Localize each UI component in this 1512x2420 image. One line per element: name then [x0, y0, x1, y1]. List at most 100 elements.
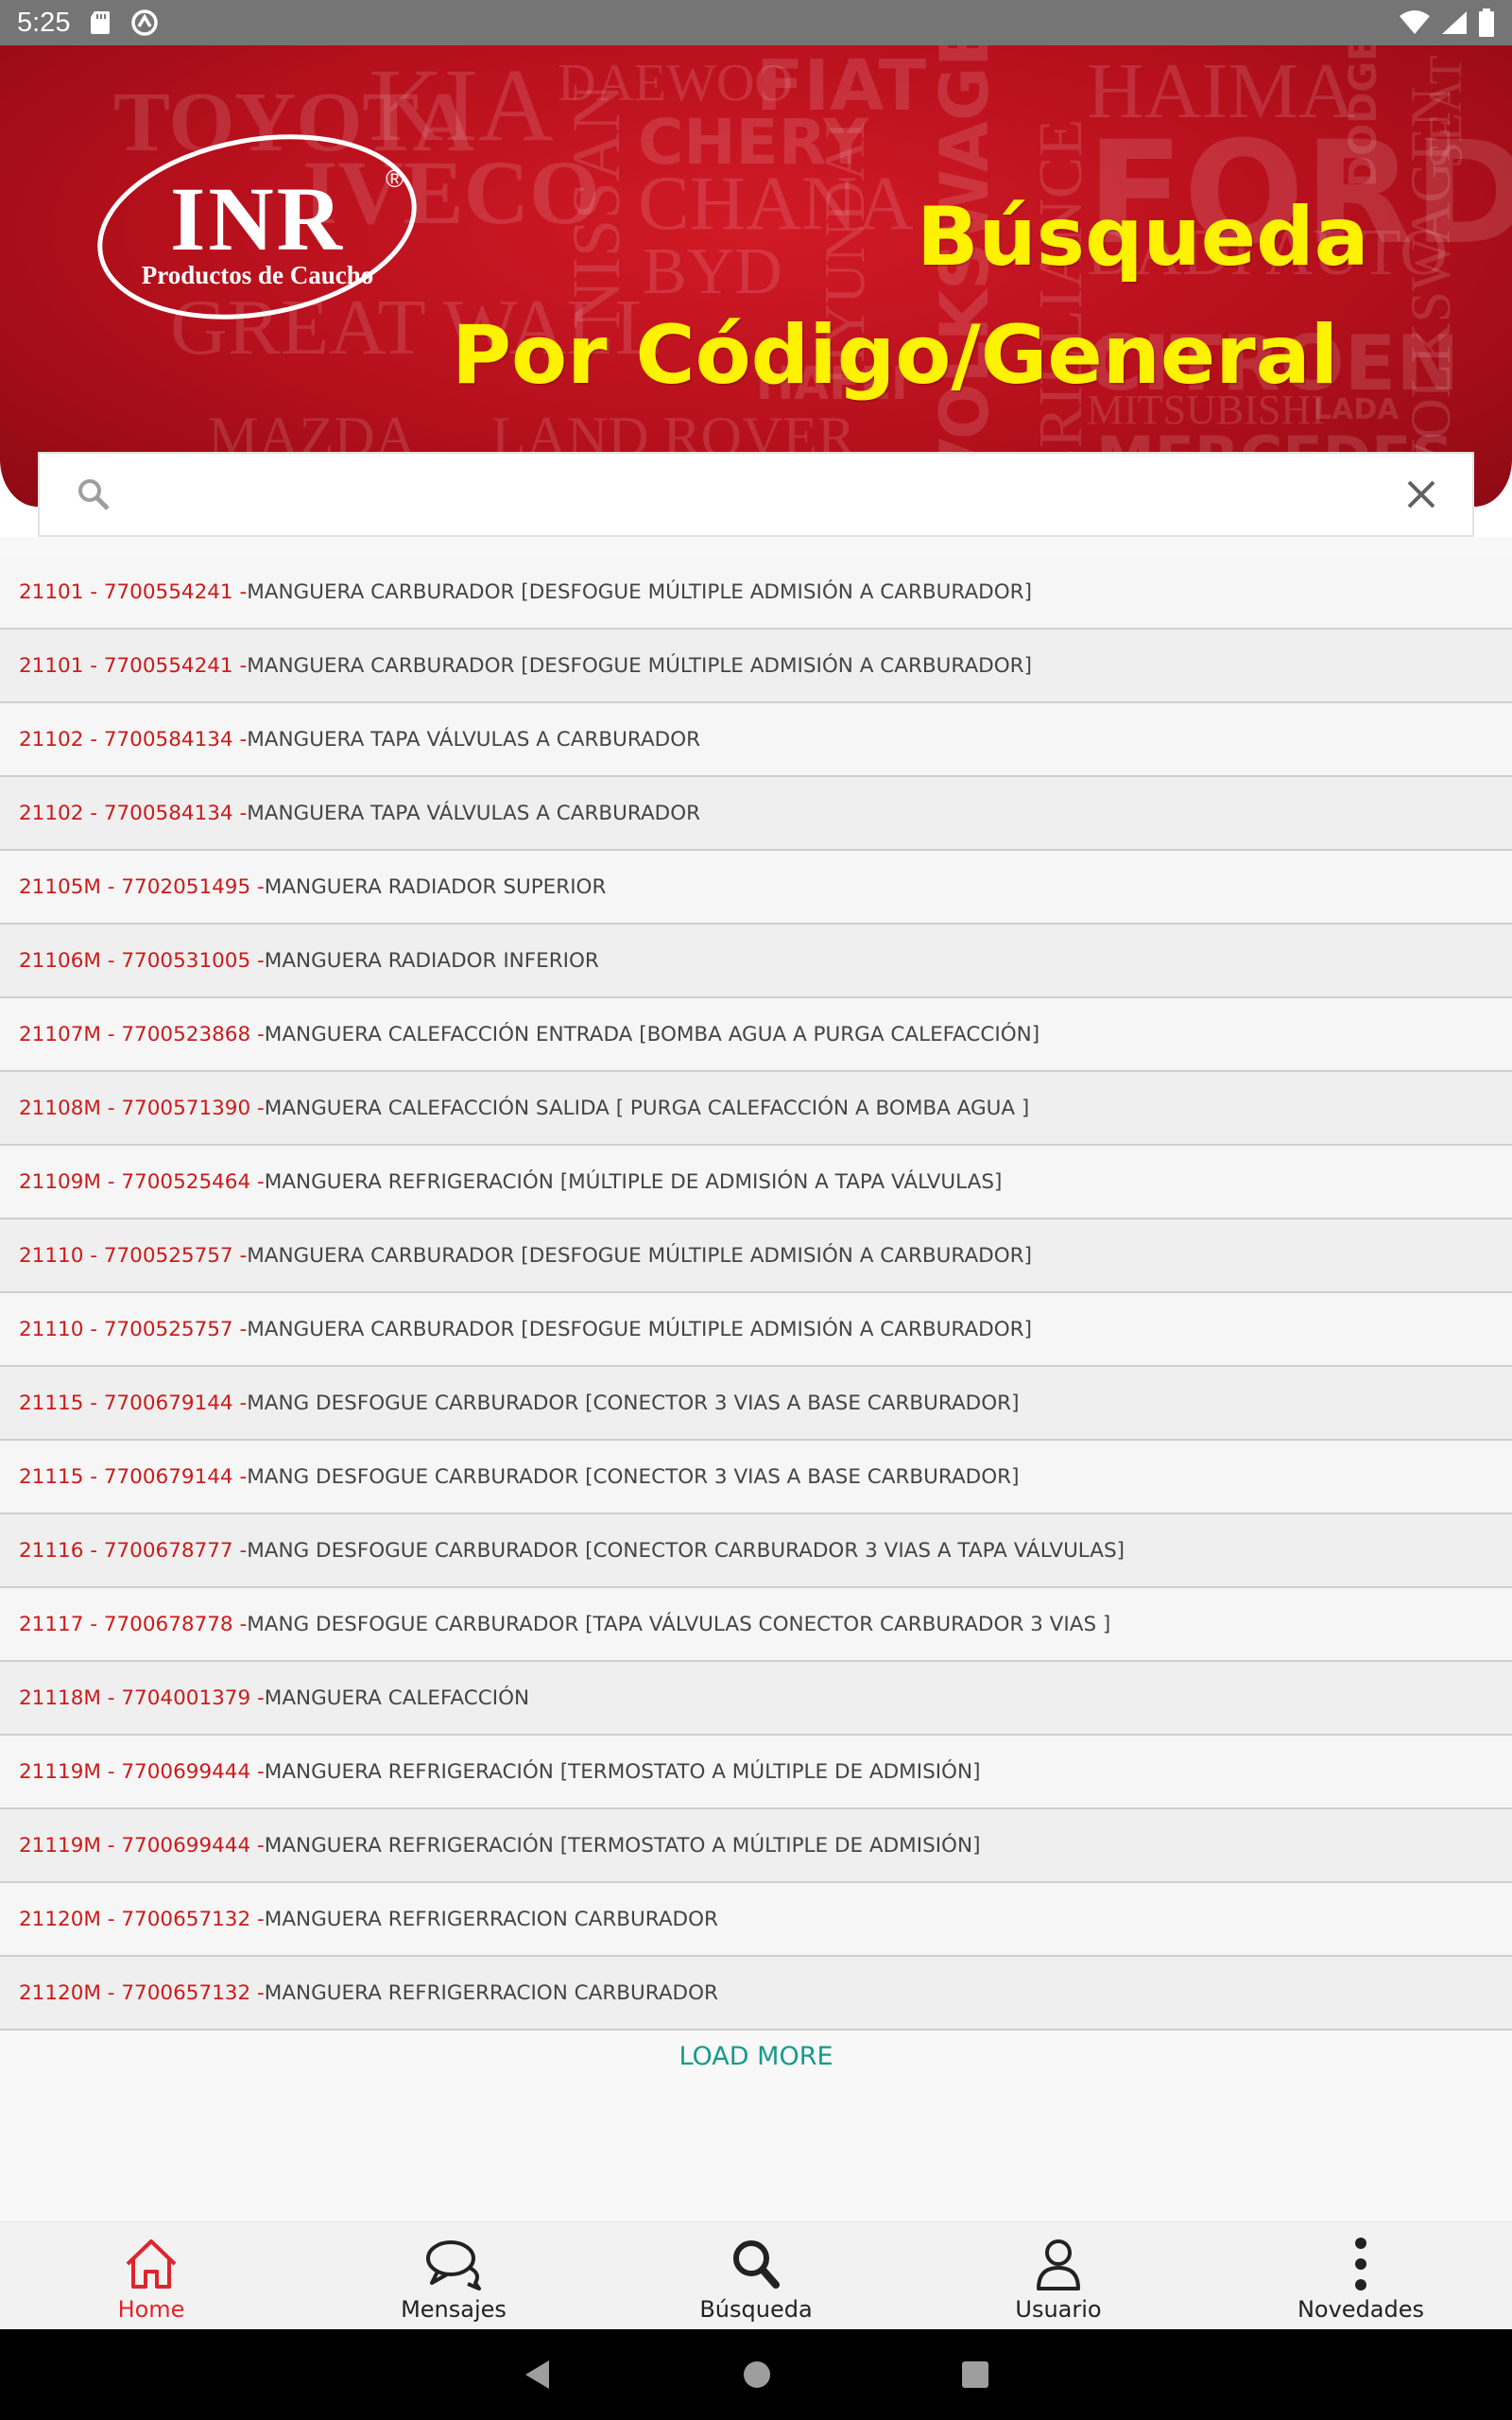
- logo-subtitle: Productos de Caucho: [141, 261, 374, 289]
- status-bar: 5:25: [0, 0, 1512, 45]
- list-item[interactable]: 21110 - 7700525757 - MANGUERA CARBURADOR…: [0, 1219, 1512, 1293]
- item-description: MANGUERA REFRIGERRACION CARBURADOR: [264, 1980, 718, 2005]
- search-icon: [733, 2240, 780, 2289]
- more-vertical-icon: [1355, 2238, 1366, 2290]
- home-circle-icon[interactable]: [742, 2360, 772, 2390]
- list-item[interactable]: 21107M - 7700523868 - MANGUERA CALEFACCI…: [0, 998, 1512, 1072]
- signal-icon: [1442, 11, 1467, 34]
- bg-brand-word: BRILLIANCE: [1026, 118, 1095, 490]
- list-item[interactable]: 21106M - 7700531005 - MANGUERA RADIADOR …: [0, 925, 1512, 998]
- item-code: 21119M - 7700699444 -: [19, 1759, 265, 1784]
- nav-item-mensajes[interactable]: Mensajes: [302, 2222, 605, 2329]
- sd-card-icon: [91, 11, 111, 34]
- list-item[interactable]: 21115 - 7700679144 - MANG DESFOGUE CARBU…: [0, 1441, 1512, 1514]
- close-icon[interactable]: [1406, 479, 1436, 510]
- item-description: MANGUERA CARBURADOR [DESFOGUE MÚLTIPLE A…: [247, 1317, 1032, 1341]
- chat-icon: [426, 2240, 481, 2290]
- nav-item-novedades[interactable]: Novedades: [1210, 2222, 1512, 2329]
- banner-headline: Búsqueda: [917, 190, 1369, 285]
- system-navigation-bar: [0, 2329, 1512, 2420]
- bottom-navigation: Home Mensajes Búsqueda Usuario Novedades: [0, 2221, 1512, 2329]
- recents-icon[interactable]: [961, 2360, 989, 2389]
- item-description: MANG DESFOGUE CARBURADOR [CONECTOR 3 VIA…: [247, 1391, 1020, 1415]
- item-code: 21120M - 7700657132 -: [19, 1907, 265, 1931]
- list-item[interactable]: 21117 - 7700678778 - MANG DESFOGUE CARBU…: [0, 1588, 1512, 1662]
- status-time: 5:25: [17, 7, 71, 38]
- nav-label: Búsqueda: [699, 2296, 813, 2323]
- search-icon: [78, 479, 110, 510]
- list-item[interactable]: 21109M - 7700525464 - MANGUERA REFRIGERA…: [0, 1146, 1512, 1219]
- list-item[interactable]: 21102 - 7700584134 - MANGUERA TAPA VÁLVU…: [0, 703, 1512, 777]
- item-description: MANGUERA REFRIGERACIÓN [MÚLTIPLE DE ADMI…: [264, 1169, 1003, 1194]
- list-item[interactable]: 21115 - 7700679144 - MANG DESFOGUE CARBU…: [0, 1367, 1512, 1441]
- item-code: 21102 - 7700584134 -: [19, 801, 248, 825]
- sync-icon: [131, 9, 159, 36]
- item-code: 21105M - 7702051495 -: [19, 874, 265, 899]
- item-description: MANG DESFOGUE CARBURADOR [CONECTOR 3 VIA…: [247, 1464, 1020, 1489]
- nav-label: Mensajes: [401, 2296, 507, 2323]
- item-description: MANGUERA REFRIGERRACION CARBURADOR: [264, 1907, 718, 1931]
- item-code: 21117 - 7700678778 -: [19, 1612, 248, 1636]
- header-banner: TOYOTA KIA DAEWOO FIAT HAIMA CHERY CHANA…: [0, 45, 1512, 507]
- nav-label: Home: [117, 2296, 185, 2323]
- load-more-button[interactable]: LOAD MORE: [0, 2042, 1512, 2071]
- list-item[interactable]: 21120M - 7700657132 - MANGUERA REFRIGERR…: [0, 1957, 1512, 2031]
- item-code: 21101 - 7700554241 -: [19, 653, 248, 678]
- banner-subheadline: Por Código/General: [452, 308, 1339, 403]
- search-input[interactable]: [134, 478, 1406, 510]
- item-code: 21116 - 7700678777 -: [19, 1538, 248, 1563]
- list-item[interactable]: 21105M - 7702051495 - MANGUERA RADIADOR …: [0, 851, 1512, 925]
- item-code: 21102 - 7700584134 -: [19, 727, 248, 752]
- item-description: MANGUERA REFRIGERACIÓN [TERMOSTATO A MÚL…: [264, 1759, 981, 1784]
- list-item[interactable]: 21119M - 7700699444 - MANGUERA REFRIGERA…: [0, 1809, 1512, 1883]
- list-item[interactable]: 21108M - 7700571390 - MANGUERA CALEFACCI…: [0, 1072, 1512, 1146]
- nav-item-home[interactable]: Home: [0, 2222, 302, 2329]
- list-item[interactable]: 21116 - 7700678777 - MANG DESFOGUE CARBU…: [0, 1514, 1512, 1588]
- list-item[interactable]: 21119M - 7700699444 - MANGUERA REFRIGERA…: [0, 1736, 1512, 1809]
- bg-brand-word: SEAT: [1418, 55, 1471, 168]
- list-item[interactable]: 21110 - 7700525757 - MANGUERA CARBURADOR…: [0, 1293, 1512, 1367]
- item-description: MANGUERA CARBURADOR [DESFOGUE MÚLTIPLE A…: [247, 653, 1032, 678]
- item-description: MANGUERA CALEFACCIÓN SALIDA [ PURGA CALE…: [264, 1096, 1030, 1120]
- item-description: MANGUERA RADIADOR INFERIOR: [264, 948, 599, 973]
- list-item[interactable]: 21101 - 7700554241 - MANGUERA CARBURADOR…: [0, 556, 1512, 630]
- logo-registered: ®: [386, 164, 404, 193]
- item-code: 21119M - 7700699444 -: [19, 1833, 265, 1858]
- item-description: MANG DESFOGUE CARBURADOR [CONECTOR CARBU…: [247, 1538, 1125, 1563]
- item-code: 21118M - 7704001379 -: [19, 1685, 265, 1710]
- item-code: 21115 - 7700679144 -: [19, 1464, 248, 1489]
- list-item[interactable]: 21101 - 7700554241 - MANGUERA CARBURADOR…: [0, 630, 1512, 703]
- nav-item-usuario[interactable]: Usuario: [907, 2222, 1210, 2329]
- user-icon: [1037, 2239, 1080, 2290]
- home-icon: [126, 2239, 177, 2289]
- list-item[interactable]: 21102 - 7700584134 - MANGUERA TAPA VÁLVU…: [0, 777, 1512, 851]
- nav-label: Usuario: [1015, 2296, 1102, 2323]
- item-description: MANGUERA RADIADOR SUPERIOR: [264, 874, 607, 899]
- item-code: 21106M - 7700531005 -: [19, 948, 265, 973]
- item-description: MANGUERA TAPA VÁLVULAS A CARBURADOR: [247, 801, 701, 825]
- item-description: MANGUERA REFRIGERACIÓN [TERMOSTATO A MÚL…: [264, 1833, 981, 1858]
- item-code: 21108M - 7700571390 -: [19, 1096, 265, 1120]
- search-bar[interactable]: [38, 452, 1474, 537]
- results-list: 21101 - 7700554241 - MANGUERA CARBURADOR…: [0, 556, 1512, 2031]
- bg-brand-word: DODGE: [1342, 45, 1385, 187]
- bg-brand-word: BYD: [643, 235, 782, 308]
- item-code: 21107M - 7700523868 -: [19, 1022, 265, 1046]
- item-description: MANGUERA CALEFACCIÓN ENTRADA [BOMBA AGUA…: [264, 1022, 1040, 1046]
- back-icon[interactable]: [523, 2359, 553, 2391]
- item-description: MANGUERA TAPA VÁLVULAS A CARBURADOR: [247, 727, 701, 752]
- item-code: 21109M - 7700525464 -: [19, 1169, 265, 1194]
- nav-item-busqueda[interactable]: Búsqueda: [605, 2222, 907, 2329]
- logo-text: INR: [169, 168, 345, 269]
- bg-brand-word: NISSAN: [558, 82, 634, 329]
- list-item[interactable]: 21120M - 7700657132 - MANGUERA REFRIGERR…: [0, 1883, 1512, 1957]
- item-code: 21101 - 7700554241 -: [19, 579, 248, 604]
- item-code: 21110 - 7700525757 -: [19, 1243, 248, 1268]
- item-description: MANGUERA CALEFACCIÓN: [264, 1685, 530, 1710]
- item-code: 21115 - 7700679144 -: [19, 1391, 248, 1415]
- item-code: 21120M - 7700657132 -: [19, 1980, 265, 2005]
- item-description: MANGUERA CARBURADOR [DESFOGUE MÚLTIPLE A…: [247, 579, 1032, 604]
- list-item[interactable]: 21118M - 7704001379 - MANGUERA CALEFACCI…: [0, 1662, 1512, 1736]
- wifi-icon: [1400, 10, 1430, 34]
- item-code: 21110 - 7700525757 -: [19, 1317, 248, 1341]
